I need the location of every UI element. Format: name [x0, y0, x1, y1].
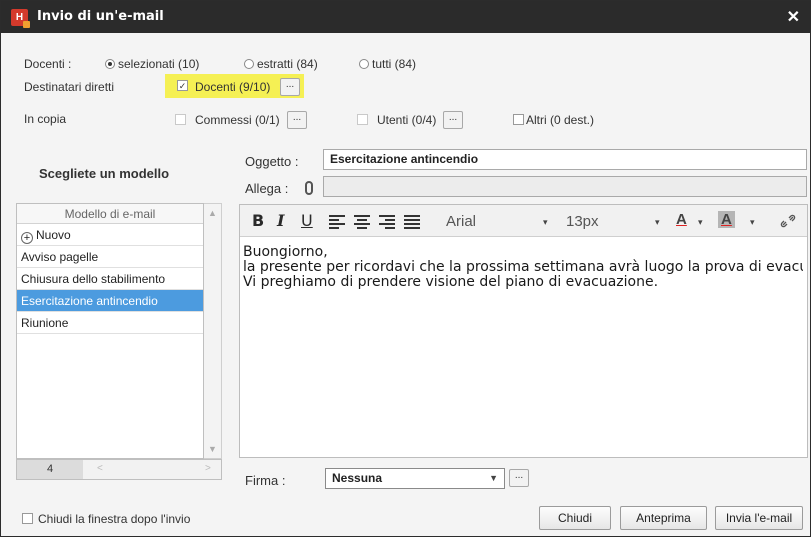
- close-after-send-checkbox[interactable]: [22, 513, 33, 524]
- cc-altri-label[interactable]: Altri (0 dest.): [526, 113, 594, 127]
- body-line: Vi preghiamo di prendere visione del pia…: [243, 274, 659, 290]
- signature-more-button[interactable]: ...: [509, 469, 529, 487]
- underline-button[interactable]: U: [301, 211, 313, 230]
- align-right-icon[interactable]: [379, 215, 395, 229]
- scroll-left-icon[interactable]: <: [97, 463, 103, 474]
- new-template-item[interactable]: + Nuovo: [17, 224, 203, 246]
- body-line: la presente per ricordavi che la prossim…: [243, 259, 803, 275]
- bold-button[interactable]: B: [252, 211, 264, 230]
- editor-toolbar: B I U Arial ▾ 13px ▾ A ▾ A ▾: [240, 205, 807, 237]
- cc-commessi-label[interactable]: Commessi (0/1): [195, 113, 280, 127]
- direct-docenti-checkbox[interactable]: ✓: [177, 80, 188, 91]
- cc-commessi-more-button[interactable]: ...: [287, 111, 307, 129]
- app-logo-icon: H: [11, 9, 30, 28]
- subject-input[interactable]: Esercitazione antincendio: [323, 149, 807, 170]
- direct-recipients-label: Destinatari diretti: [24, 80, 115, 94]
- radio-tutti[interactable]: [359, 59, 369, 69]
- subject-label: Oggetto :: [245, 154, 299, 169]
- template-list-footer: 4 < >: [16, 459, 222, 480]
- template-item[interactable]: Avviso pagelle: [17, 246, 203, 268]
- window-title: Invio di un'e-mail: [37, 9, 164, 24]
- signature-value: Nessuna: [332, 471, 383, 485]
- template-item-selected[interactable]: Esercitazione antincendio: [17, 290, 203, 312]
- title-bar: H Invio di un'e-mail ✕: [1, 1, 811, 33]
- template-list-header: Modello di e-mail: [17, 204, 203, 224]
- link-icon[interactable]: [780, 214, 796, 228]
- close-button[interactable]: Chiudi: [539, 506, 611, 530]
- template-list-scrollbar[interactable]: ▲ ▼: [204, 203, 222, 459]
- cc-label: In copia: [24, 112, 67, 126]
- align-center-icon[interactable]: [354, 215, 370, 229]
- text-color-caret-icon[interactable]: ▾: [698, 217, 703, 228]
- radio-estratti-label[interactable]: estratti (84): [257, 57, 318, 71]
- radio-estratti[interactable]: [244, 59, 254, 69]
- cc-altri-checkbox[interactable]: [513, 114, 524, 125]
- template-count: 4: [17, 460, 83, 479]
- font-size-select[interactable]: 13px: [566, 213, 599, 230]
- highlight-color-caret-icon[interactable]: ▾: [750, 217, 755, 228]
- highlight-color-button[interactable]: A: [718, 211, 735, 228]
- paperclip-icon[interactable]: [305, 181, 313, 195]
- close-after-send-label[interactable]: Chiudi la finestra dopo l'invio: [38, 512, 190, 526]
- signature-select[interactable]: Nessuna ▼: [325, 468, 505, 489]
- cc-utenti-more-button[interactable]: ...: [443, 111, 463, 129]
- attach-input[interactable]: [323, 176, 807, 197]
- align-justify-icon[interactable]: [404, 215, 420, 229]
- direct-docenti-more-button[interactable]: ...: [280, 78, 300, 96]
- preview-button[interactable]: Anteprima: [620, 506, 707, 530]
- message-editor: B I U Arial ▾ 13px ▾ A ▾ A ▾ Buongiorno,…: [239, 204, 808, 458]
- cc-utenti-label[interactable]: Utenti (0/4): [377, 113, 436, 127]
- italic-button[interactable]: I: [277, 211, 284, 230]
- close-icon[interactable]: ✕: [787, 7, 800, 27]
- cc-utenti-checkbox[interactable]: [357, 114, 368, 125]
- cc-commessi-checkbox[interactable]: [175, 114, 186, 125]
- docenti-label: Docenti :: [24, 57, 72, 71]
- new-template-label: Nuovo: [36, 228, 71, 242]
- align-left-icon[interactable]: [329, 215, 345, 229]
- plus-circle-icon: +: [21, 232, 33, 244]
- font-size-caret-icon[interactable]: ▾: [655, 217, 660, 228]
- template-item[interactable]: Chiusura dello stabilimento: [17, 268, 203, 290]
- scroll-up-icon[interactable]: ▲: [208, 208, 217, 218]
- signature-label: Firma :: [245, 473, 286, 488]
- scroll-right-icon[interactable]: >: [205, 463, 211, 474]
- send-button[interactable]: Invia l'e-mail: [715, 506, 803, 530]
- template-item[interactable]: Riunione: [17, 312, 203, 334]
- radio-selezionati-label[interactable]: selezionati (10): [118, 57, 199, 71]
- chevron-down-icon: ▼: [489, 473, 498, 483]
- body-line: Buongiorno,: [243, 245, 328, 260]
- email-dialog: H Invio di un'e-mail ✕ Docenti : selezio…: [0, 0, 811, 537]
- scroll-down-icon[interactable]: ▼: [208, 444, 217, 454]
- attach-label: Allega :: [245, 181, 289, 196]
- font-family-caret-icon[interactable]: ▾: [543, 217, 548, 228]
- template-list: Modello di e-mail + Nuovo Avviso pagelle …: [16, 203, 204, 459]
- text-color-button[interactable]: A: [676, 211, 687, 228]
- direct-docenti-label[interactable]: Docenti (9/10): [195, 80, 270, 94]
- radio-selezionati[interactable]: [105, 59, 115, 69]
- template-heading: Scegliete un modello: [39, 166, 170, 181]
- message-body[interactable]: Buongiorno, la presente per ricordavi ch…: [243, 245, 803, 290]
- radio-tutti-label[interactable]: tutti (84): [372, 57, 416, 71]
- font-family-select[interactable]: Arial: [446, 213, 476, 230]
